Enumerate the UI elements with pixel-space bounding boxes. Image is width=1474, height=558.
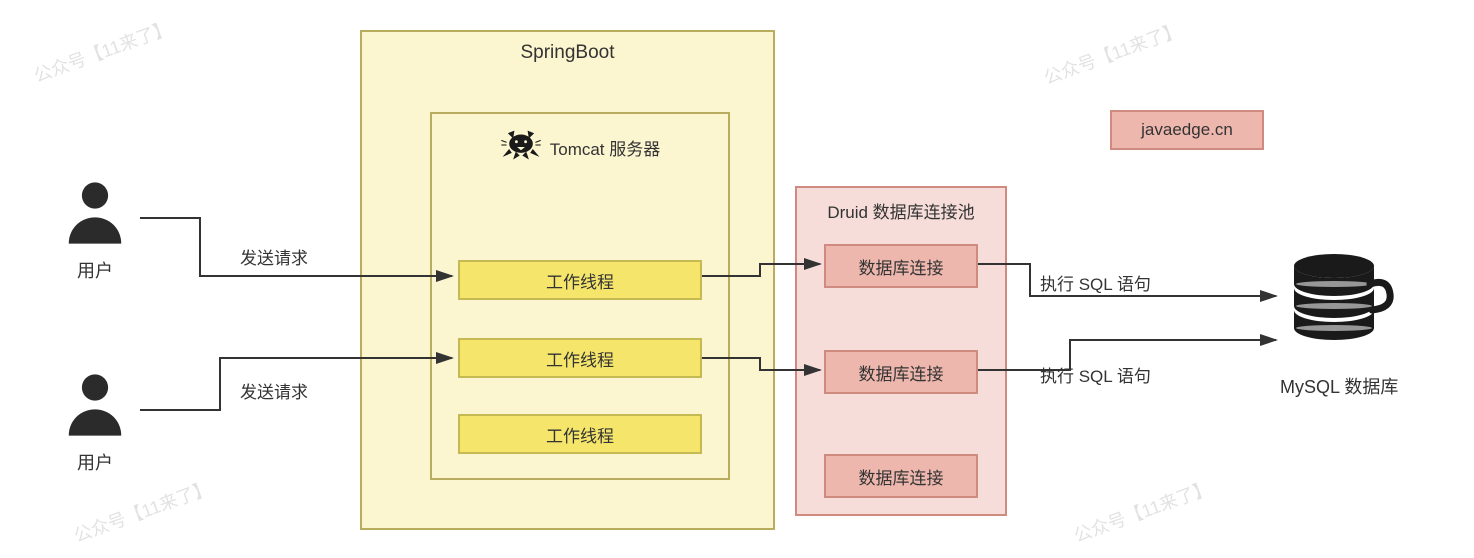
flow-label-send-1: 发送请求 [240, 244, 308, 269]
mysql-label: MySQL 数据库 [1280, 373, 1398, 399]
tomcat-icon [500, 128, 542, 167]
worker-thread-2: 工作线程 [458, 338, 702, 378]
database-icon [1284, 248, 1394, 363]
worker-thread-3: 工作线程 [458, 414, 702, 454]
user-label: 用户 [77, 257, 113, 283]
springboot-title: SpringBoot [362, 32, 773, 72]
watermark: 公众号【11来了】 [30, 14, 175, 88]
flow-label-send-2: 发送请求 [240, 378, 308, 403]
druid-title: Druid 数据库连接池 [797, 188, 1005, 233]
worker-thread-1: 工作线程 [458, 260, 702, 300]
tomcat-title-text: Tomcat 服务器 [550, 135, 661, 160]
watermark: 公众号【11来了】 [1040, 16, 1185, 90]
flow-label-sql-2: 执行 SQL 语句 [1040, 362, 1151, 387]
db-connection-1: 数据库连接 [824, 244, 978, 288]
watermark: 公众号【11来了】 [70, 474, 215, 548]
user-label: 用户 [77, 449, 113, 475]
user-icon [60, 370, 130, 445]
javaedge-badge: javaedge.cn [1110, 110, 1264, 150]
db-connection-2: 数据库连接 [824, 350, 978, 394]
user-block-1: 用户 [60, 178, 130, 283]
watermark: 公众号【11来了】 [1070, 474, 1215, 548]
user-icon [60, 178, 130, 253]
db-connection-3: 数据库连接 [824, 454, 978, 498]
tomcat-title: Tomcat 服务器 [432, 114, 728, 177]
user-block-2: 用户 [60, 370, 130, 475]
flow-label-sql-1: 执行 SQL 语句 [1040, 270, 1151, 295]
mysql-block: MySQL 数据库 [1280, 248, 1398, 399]
